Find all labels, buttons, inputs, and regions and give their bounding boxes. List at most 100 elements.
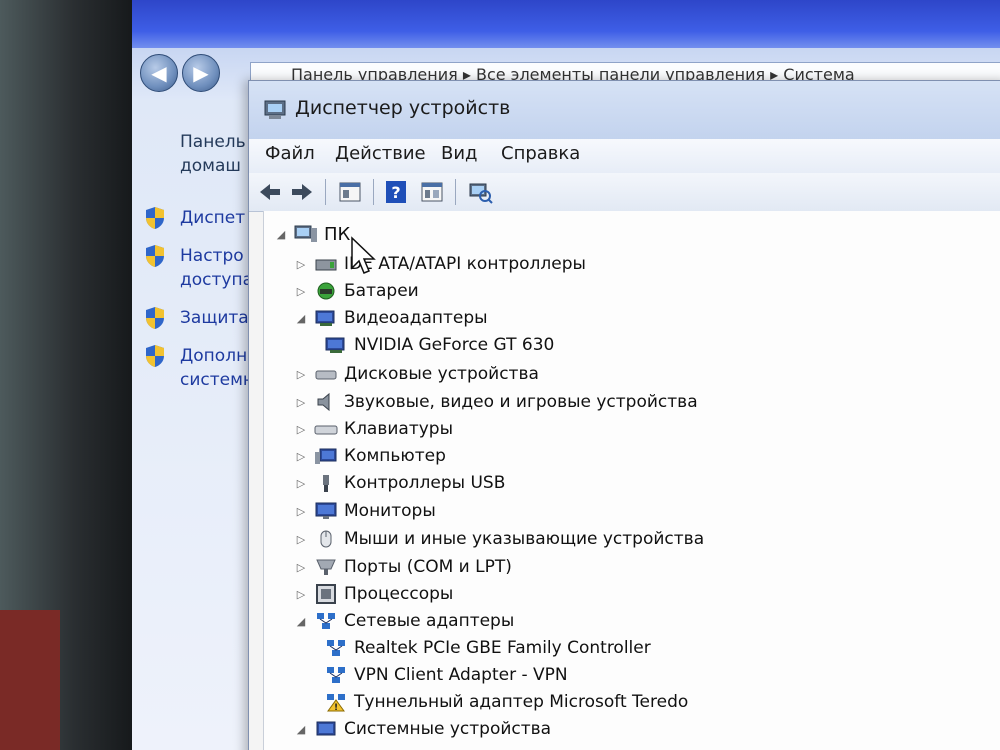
tree-item-label: Порты (COM и LPT) <box>344 557 512 577</box>
tree-item-sound-devices[interactable]: ▷ Звуковые, видео и игровые устройства <box>294 389 698 415</box>
tree-item-system-devices[interactable]: ◢ Системные устройства <box>294 716 551 742</box>
shield-icon <box>146 345 164 367</box>
sidebar-link-advanced-settings[interactable]: Дополн <box>180 344 247 368</box>
tree-item-ide-controllers[interactable]: ▷ IDE ATA/ATAPI контроллеры <box>294 251 586 277</box>
toolbar-separator <box>373 179 374 205</box>
tree-item-mice[interactable]: ▷ Мыши и иные указывающие устройства <box>294 526 704 552</box>
tree-item-label: Процессоры <box>344 584 454 604</box>
mouse-cursor-icon <box>351 236 376 274</box>
collapsed-icon[interactable]: ▷ <box>294 505 308 518</box>
collapsed-icon[interactable]: ▷ <box>294 561 308 574</box>
collapsed-icon[interactable]: ◢ <box>294 723 308 736</box>
forward-button[interactable]: ▶ <box>182 54 220 92</box>
tree-item-nvidia-gt630[interactable]: NVIDIA GeForce GT 630 <box>324 332 554 358</box>
collapsed-icon[interactable]: ▷ <box>294 285 308 298</box>
computer-icon <box>315 448 337 464</box>
collapsed-icon[interactable]: ▷ <box>294 588 308 601</box>
sidebar-link-remote-settings[interactable]: Настро <box>180 244 244 268</box>
display-adapter-icon <box>325 337 345 353</box>
toolbar: ? <box>249 173 1000 212</box>
collapsed-icon[interactable]: ▷ <box>294 423 308 436</box>
tree-item-label: VPN Client Adapter - VPN <box>354 665 568 685</box>
device-tree: ◢ ПК ▷ IDE ATA/ATAPI контроллеры ▷ Батар… <box>263 211 1000 750</box>
tree-item-vpn-adapter[interactable]: VPN Client Adapter - VPN <box>324 662 568 688</box>
ide-controller-icon <box>315 259 337 271</box>
keyboard-icon <box>314 425 338 435</box>
tree-item-usb-controllers[interactable]: ▷ Контроллеры USB <box>294 470 506 496</box>
properties-icon[interactable] <box>337 179 363 205</box>
tree-item-label: Дисковые устройства <box>344 364 539 384</box>
tree-item-label: Клавиатуры <box>344 419 454 439</box>
svg-text:?: ? <box>391 183 400 202</box>
view-icon[interactable] <box>419 179 445 205</box>
sidebar-heading-line1: Панель <box>180 132 246 152</box>
processor-icon <box>316 584 336 604</box>
system-device-icon <box>316 721 336 736</box>
sidebar-link-remote-settings-line2[interactable]: доступа <box>180 268 253 292</box>
collapsed-icon[interactable]: ▷ <box>294 396 308 409</box>
tree-item-ports[interactable]: ▷ Порты (COM и LPT) <box>294 554 512 580</box>
svg-text:!: ! <box>334 703 338 712</box>
usb-icon <box>323 475 329 492</box>
tree-root[interactable]: ◢ ПК <box>274 221 351 247</box>
menu-action[interactable]: Действие <box>335 143 426 164</box>
menu-view[interactable]: Вид <box>441 143 478 164</box>
tree-item-teredo[interactable]: ! Туннельный адаптер Microsoft Teredo <box>324 689 688 715</box>
tree-item-label: Видеоадаптеры <box>344 308 488 328</box>
screen: ◀ ▶ Панель управления ▸ Все элементы пан… <box>132 0 1000 750</box>
tree-item-monitors[interactable]: ▷ Мониторы <box>294 498 436 524</box>
collapsed-icon[interactable]: ▷ <box>294 258 308 271</box>
arrow-right-icon[interactable] <box>289 179 315 205</box>
collapsed-icon[interactable]: ▷ <box>294 533 308 546</box>
window-title: Диспетчер устройств <box>295 97 511 119</box>
expanded-icon[interactable]: ◢ <box>294 615 308 628</box>
tree-item-label: IDE ATA/ATAPI контроллеры <box>344 254 586 274</box>
tree-item-processors[interactable]: ▷ Процессоры <box>294 581 453 607</box>
tree-item-label: Батареи <box>344 281 419 301</box>
toolbar-separator <box>325 179 326 205</box>
tree-item-realtek[interactable]: Realtek PCIe GBE Family Controller <box>324 635 651 661</box>
sidebar-heading-line2: домаш <box>180 156 241 176</box>
port-icon <box>316 559 336 575</box>
sidebar-link-advanced-settings-line2[interactable]: системн <box>180 368 254 392</box>
shield-icon <box>146 207 164 229</box>
network-adapter-icon <box>327 640 345 656</box>
device-manager-titlebar[interactable]: Диспетчер устройств <box>249 81 1000 139</box>
network-adapter-icon <box>317 613 335 629</box>
menu-file[interactable]: Файл <box>265 143 315 164</box>
tree-item-batteries[interactable]: ▷ Батареи <box>294 278 419 304</box>
tree-item-label: NVIDIA GeForce GT 630 <box>354 335 555 355</box>
battery-icon <box>317 282 335 300</box>
sidebar-link-system-protection[interactable]: Защита <box>180 306 249 330</box>
tree-item-computer[interactable]: ▷ Компьютер <box>294 443 446 469</box>
device-manager-icon <box>264 100 286 119</box>
expanded-icon[interactable]: ◢ <box>294 312 308 325</box>
tree-item-label: Мониторы <box>344 501 436 521</box>
tree-item-display-adapters[interactable]: ◢ Видеоадаптеры <box>294 305 488 331</box>
control-panel-sidebar: Панель домаш Диспет Настро доступа Защит… <box>132 100 254 750</box>
collapsed-icon[interactable]: ▷ <box>294 450 308 463</box>
tree-item-disk-drives[interactable]: ▷ Дисковые устройства <box>294 361 539 387</box>
shield-icon <box>146 245 164 267</box>
monitor-icon <box>315 502 337 519</box>
tree-item-label: Компьютер <box>344 446 446 466</box>
mouse-icon <box>320 530 332 548</box>
arrow-left-icon[interactable] <box>257 179 283 205</box>
tree-item-network-adapters[interactable]: ◢ Сетевые адаптеры <box>294 608 515 634</box>
tree-item-label: Звуковые, видео и игровые устройства <box>344 392 698 412</box>
expanded-icon[interactable]: ◢ <box>274 228 288 241</box>
sidebar-link-device-manager[interactable]: Диспет <box>180 206 245 230</box>
toolbar-separator <box>455 179 456 205</box>
tree-item-keyboards[interactable]: ▷ Клавиатуры <box>294 416 453 442</box>
network-adapter-icon <box>327 667 345 683</box>
back-button[interactable]: ◀ <box>140 54 178 92</box>
shield-icon <box>146 307 164 329</box>
collapsed-icon[interactable]: ▷ <box>294 368 308 381</box>
collapsed-icon[interactable]: ▷ <box>294 477 308 490</box>
warning-network-adapter-icon: ! <box>327 694 345 712</box>
scan-hardware-icon[interactable] <box>467 179 493 205</box>
menu-help[interactable]: Справка <box>501 143 580 164</box>
help-icon[interactable]: ? <box>383 179 409 205</box>
tree-root-label: ПК <box>324 223 351 245</box>
tree-item-label: Контроллеры USB <box>344 473 506 493</box>
